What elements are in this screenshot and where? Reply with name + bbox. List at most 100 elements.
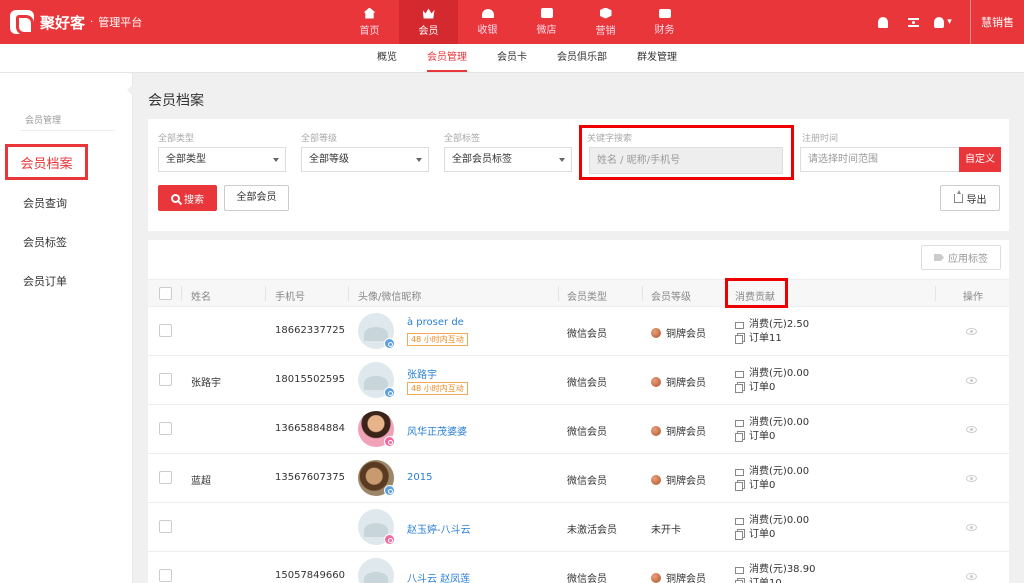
order-icon: [735, 334, 743, 344]
sidebar-item-member-tags[interactable]: 会员标签: [23, 234, 67, 250]
view-eye-icon[interactable]: [966, 426, 977, 433]
row-checkbox[interactable]: [159, 373, 172, 386]
row-checkbox[interactable]: [159, 569, 172, 582]
tab-overview[interactable]: 概览: [377, 44, 397, 72]
order-icon: [735, 383, 743, 393]
spend-value: 38.90: [786, 564, 816, 575]
member-nickname-link[interactable]: 八斗云 赵凤莲: [407, 570, 470, 583]
account-name[interactable]: 慧销售: [971, 14, 1024, 30]
row-checkbox[interactable]: [159, 324, 172, 337]
apply-tag-button[interactable]: 应用标签: [921, 245, 1001, 270]
export-button-label: 导出: [966, 194, 987, 206]
member-type: 微信会员: [567, 476, 607, 487]
row-checkbox[interactable]: [159, 422, 172, 435]
female-icon: [384, 534, 395, 545]
table-row[interactable]: 张路宇 18015502595 张路宇 48 小时内互动 微信会员 铜牌会员 消费(元) 0.…: [148, 356, 1009, 405]
spend-value: 0.00: [786, 417, 810, 428]
brand[interactable]: 聚好客 · 管理平台: [10, 8, 142, 36]
tab-member-card[interactable]: 会员卡: [497, 44, 527, 72]
type-select[interactable]: 全部类型: [158, 147, 286, 172]
divider: [348, 286, 349, 301]
member-contribution: 消费(元) 2.50 订单 11: [735, 318, 809, 346]
level-filter-label: 全部等级: [301, 134, 338, 144]
table-row[interactable]: 蓝超 13567607375 2015 微信会员 铜牌会员 消费(元) 0.00 订单 0: [148, 454, 1009, 503]
member-nickname-link[interactable]: 赵玉婷-八斗云: [407, 521, 471, 536]
search-icon: [171, 193, 180, 203]
nav-marketing[interactable]: 营销: [576, 0, 635, 44]
tag-select[interactable]: 全部会员标签: [444, 147, 572, 172]
view-eye-icon[interactable]: [966, 377, 977, 384]
member-type: 微信会员: [567, 427, 607, 438]
orders-value: 0: [769, 382, 776, 393]
custom-date-button[interactable]: 自定义: [959, 147, 1001, 172]
nav-store[interactable]: 微店: [517, 0, 576, 44]
member-level: 铜牌会员: [651, 374, 706, 389]
medal-icon: [651, 474, 661, 485]
member-type: 微信会员: [567, 329, 607, 340]
date-range-input[interactable]: 请选择时间范围: [800, 147, 960, 172]
row-checkbox[interactable]: [159, 471, 172, 484]
member-phone: 15057849660: [275, 570, 345, 581]
tag-icon: [934, 254, 944, 261]
member-phone: 13665884884: [275, 423, 345, 434]
nav-label: 会员: [418, 25, 439, 37]
nav-finance[interactable]: 财务: [635, 0, 694, 44]
nav-label: 营销: [595, 25, 616, 37]
interaction-tag: 48 小时内互动: [407, 333, 468, 346]
member-name: 蓝超: [191, 476, 211, 487]
money-icon: [735, 468, 744, 476]
spend-prefix: 消费(元): [749, 466, 787, 477]
member-level-label: 铜牌会员: [666, 476, 706, 487]
male-icon: [384, 338, 395, 349]
table-row[interactable]: 18662337725 à proser de 48 小时内互动 微信会员 铜牌会员 消费…: [148, 307, 1009, 356]
nav-cashier[interactable]: 收银: [458, 0, 517, 44]
divider: [20, 130, 115, 131]
notification-button[interactable]: [868, 0, 898, 44]
column-header-name: 姓名: [191, 292, 211, 303]
view-eye-icon[interactable]: [966, 328, 977, 335]
sidebar: 会员管理 会员档案 会员查询 会员标签 会员订单: [0, 73, 133, 583]
nav-member[interactable]: 会员: [399, 0, 458, 44]
interaction-tag: 48 小时内互动: [407, 382, 468, 395]
member-nickname-link[interactable]: 张路宇: [407, 366, 437, 381]
settings-button[interactable]: [898, 0, 928, 44]
tab-mass-message[interactable]: 群发管理: [637, 44, 677, 72]
store-icon: [540, 8, 553, 18]
view-eye-icon[interactable]: [966, 573, 977, 580]
table-row[interactable]: 15057849660 八斗云 赵凤莲 微信会员 铜牌会员 消费(元)38.90 订单10: [148, 552, 1009, 583]
table-row[interactable]: 赵玉婷-八斗云 未激活会员 未开卡 消费(元) 0.00 订单 0: [148, 503, 1009, 552]
orders-prefix: 订单: [749, 431, 769, 442]
sliders-icon: [907, 17, 919, 27]
tab-member-management[interactable]: 会员管理: [427, 44, 467, 72]
row-checkbox[interactable]: [159, 520, 172, 533]
sub-nav: 概览 会员管理 会员卡 会员俱乐部 群发管理: [0, 44, 1024, 73]
sidebar-item-member-query[interactable]: 会员查询: [23, 195, 67, 211]
box-icon: [599, 7, 612, 19]
export-button[interactable]: 导出: [940, 185, 1000, 211]
level-select[interactable]: 全部等级: [301, 147, 429, 172]
member-type: 未激活会员: [567, 525, 617, 536]
nav-label: 微店: [536, 25, 557, 36]
member-contribution: 消费(元) 0.00 订单 0: [735, 514, 809, 542]
column-header-actions: 操作: [963, 292, 983, 303]
orders-prefix: 订单: [749, 480, 769, 491]
member-phone: 13567607375: [275, 472, 345, 483]
select-all-checkbox[interactable]: [159, 287, 172, 300]
nav-home[interactable]: 首页: [340, 0, 399, 44]
view-eye-icon[interactable]: [966, 475, 977, 482]
member-nickname-link[interactable]: à proser de: [407, 317, 464, 328]
member-nickname-link[interactable]: 风华正茂婆婆: [407, 423, 467, 438]
all-members-button[interactable]: 全部会员: [224, 185, 289, 211]
table-row[interactable]: 13665884884 风华正茂婆婆 微信会员 铜牌会员 消费(元) 0.00 订单 0: [148, 405, 1009, 454]
member-nickname-link[interactable]: 2015: [407, 472, 432, 483]
bell-icon: [878, 16, 888, 28]
user-menu-button[interactable]: ▾: [928, 0, 958, 44]
tab-member-club[interactable]: 会员俱乐部: [557, 44, 607, 72]
money-icon: [735, 419, 744, 427]
sidebar-item-member-profile[interactable]: 会员档案: [5, 144, 88, 180]
spend-prefix: 消费(元): [749, 319, 787, 330]
member-level: 铜牌会员: [651, 325, 706, 340]
view-eye-icon[interactable]: [966, 524, 977, 531]
search-button[interactable]: 搜索: [158, 185, 217, 211]
sidebar-item-member-orders[interactable]: 会员订单: [23, 273, 67, 289]
